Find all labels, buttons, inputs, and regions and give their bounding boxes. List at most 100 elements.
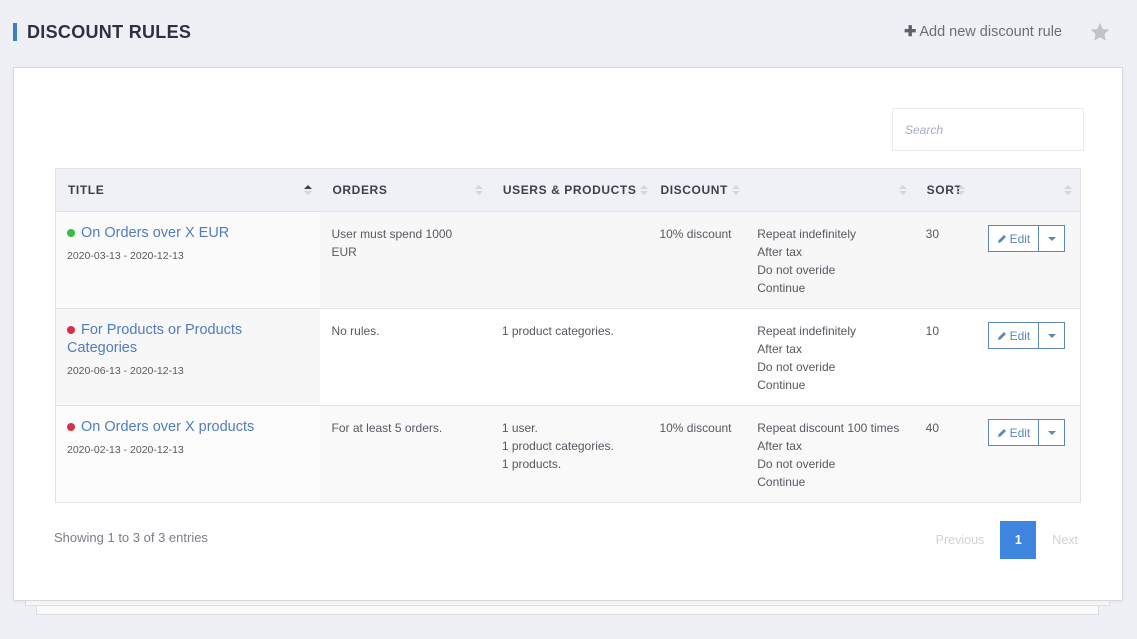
actions-dropdown-toggle[interactable]: [1039, 419, 1066, 446]
setting-text: Do not overide: [757, 457, 836, 471]
actions-cell: Edit: [976, 405, 1081, 503]
status-inactive-icon: [67, 325, 75, 334]
status-inactive-icon: [67, 422, 75, 431]
date-range: 2020-02-13 - 2020-12-13: [67, 444, 184, 456]
column-header-sort[interactable]: SORT: [914, 168, 977, 212]
title-cell: On Orders over X EUR 2020-03-13 - 2020-1…: [55, 211, 321, 309]
column-header-settings[interactable]: [746, 168, 915, 212]
add-discount-rule-label: Add new discount rule: [919, 24, 1062, 40]
orders-text: User must spend 1000 EUR: [331, 227, 453, 259]
column-header-actions[interactable]: [976, 168, 1081, 212]
users-products-text: 1 product categories.: [501, 439, 614, 453]
rule-title-link[interactable]: For Products or Products Categories: [67, 322, 242, 356]
actions-dropdown-toggle[interactable]: [1039, 322, 1066, 349]
settings-cell: Repeat indefinitely After tax Do not ove…: [746, 308, 915, 406]
edit-button-group: Edit: [987, 322, 1066, 349]
sort-icon: [956, 185, 965, 195]
rule-title-link[interactable]: On Orders over X products: [81, 419, 254, 435]
actions-dropdown-toggle[interactable]: [1039, 225, 1066, 252]
setting-text: Repeat indefinitely: [757, 324, 856, 338]
users-products-cell: [490, 211, 649, 309]
setting-text: Repeat indefinitely: [757, 227, 856, 241]
settings-cell: Repeat indefinitely After tax Do not ove…: [746, 211, 915, 309]
pencil-icon: [997, 428, 1006, 437]
column-header-label: TITLE: [68, 183, 105, 197]
orders-text: For at least 5 orders.: [331, 421, 443, 435]
column-header-users-products[interactable]: USERS & PRODUCTS: [490, 168, 649, 212]
actions-cell: Edit: [976, 211, 1081, 309]
setting-text: Continue: [757, 475, 806, 489]
setting-text: Continue: [757, 281, 806, 295]
date-range: 2020-06-13 - 2020-12-13: [67, 365, 184, 377]
orders-text: No rules.: [331, 324, 380, 338]
pagination-page-1[interactable]: 1: [1000, 521, 1037, 559]
edit-button-group: Edit: [987, 225, 1066, 252]
pencil-icon: [997, 234, 1006, 243]
setting-text: Repeat discount 100 times: [757, 421, 900, 435]
table-row: On Orders over X EUR 2020-03-13 - 2020-1…: [55, 211, 1081, 309]
column-header-discount[interactable]: DISCOUNT: [648, 168, 747, 212]
sort-icon: [640, 185, 649, 195]
sort-cell: 10: [914, 308, 977, 406]
pagination-next[interactable]: Next: [1052, 533, 1078, 547]
edit-button[interactable]: Edit: [987, 225, 1040, 252]
column-header-orders[interactable]: ORDERS: [320, 168, 491, 212]
settings-cell: Repeat discount 100 times After tax Do n…: [746, 405, 915, 503]
setting-text: Do not overide: [757, 360, 836, 374]
sort-icon: [898, 185, 907, 195]
pencil-icon: [997, 331, 1006, 340]
setting-text: Continue: [757, 378, 806, 392]
orders-cell: No rules.: [320, 308, 491, 406]
setting-text: Do not overide: [757, 263, 836, 277]
setting-text: After tax: [757, 245, 802, 259]
discount-rules-portlet: TITLE ORDERS USERS & PRODUCTS DISCOUNT: [13, 67, 1123, 601]
discount-cell: [648, 308, 747, 406]
pagination-previous[interactable]: Previous: [936, 533, 985, 547]
sort-icon: [1064, 185, 1072, 195]
star-icon[interactable]: [1089, 21, 1111, 43]
sort-cell: 40: [914, 405, 977, 503]
setting-text: After tax: [757, 439, 802, 453]
pagination: Previous 1 Next: [936, 521, 1078, 559]
orders-cell: For at least 5 orders.: [320, 405, 491, 503]
edit-button[interactable]: Edit: [987, 322, 1040, 349]
title-cell: On Orders over X products 2020-02-13 - 2…: [55, 405, 321, 503]
title-cell: For Products or Products Categories 2020…: [55, 308, 321, 406]
column-header-label: ORDERS: [332, 183, 388, 197]
users-products-text: 1 user.: [501, 421, 538, 435]
edit-label: Edit: [1009, 425, 1031, 440]
setting-text: After tax: [757, 342, 802, 356]
sort-icon: [732, 185, 741, 195]
page-title: DISCOUNT RULES: [27, 22, 192, 42]
edit-label: Edit: [1009, 328, 1031, 343]
date-range: 2020-03-13 - 2020-12-13: [67, 250, 184, 262]
edit-button-group: Edit: [987, 419, 1066, 446]
edit-label: Edit: [1009, 231, 1031, 246]
rule-title-link[interactable]: On Orders over X EUR: [81, 225, 229, 241]
users-products-cell: 1 user. 1 product categories. 1 products…: [490, 405, 649, 503]
table-header-row: TITLE ORDERS USERS & PRODUCTS DISCOUNT S…: [55, 168, 1081, 212]
column-header-label: DISCOUNT: [660, 183, 728, 197]
search-input[interactable]: [892, 108, 1084, 151]
users-products-text: 1 products.: [501, 457, 562, 471]
sort-ascending-icon: [304, 185, 313, 195]
column-header-title[interactable]: TITLE: [55, 168, 321, 212]
users-products-cell: 1 product categories.: [490, 308, 649, 406]
title-accent-bar: [13, 23, 17, 41]
discount-cell: 10% discount: [648, 405, 747, 503]
orders-cell: User must spend 1000 EUR: [320, 211, 491, 309]
actions-cell: Edit: [976, 308, 1081, 406]
add-discount-rule-button[interactable]: ✚ Add new discount rule: [904, 22, 1062, 42]
edit-button[interactable]: Edit: [987, 419, 1040, 446]
users-products-text: 1 product categories.: [501, 324, 614, 338]
plus-icon: ✚: [904, 24, 917, 40]
table-row: On Orders over X products 2020-02-13 - 2…: [55, 405, 1081, 503]
discount-cell: 10% discount: [648, 211, 747, 309]
status-active-icon: [67, 228, 75, 237]
page-header: DISCOUNT RULES ✚ Add new discount rule: [13, 21, 1137, 43]
table-row: For Products or Products Categories 2020…: [55, 308, 1081, 406]
sort-cell: 30: [914, 211, 977, 309]
sort-icon: [474, 185, 483, 195]
table-info: Showing 1 to 3 of 3 entries: [54, 530, 208, 545]
column-header-label: USERS & PRODUCTS: [502, 183, 637, 197]
